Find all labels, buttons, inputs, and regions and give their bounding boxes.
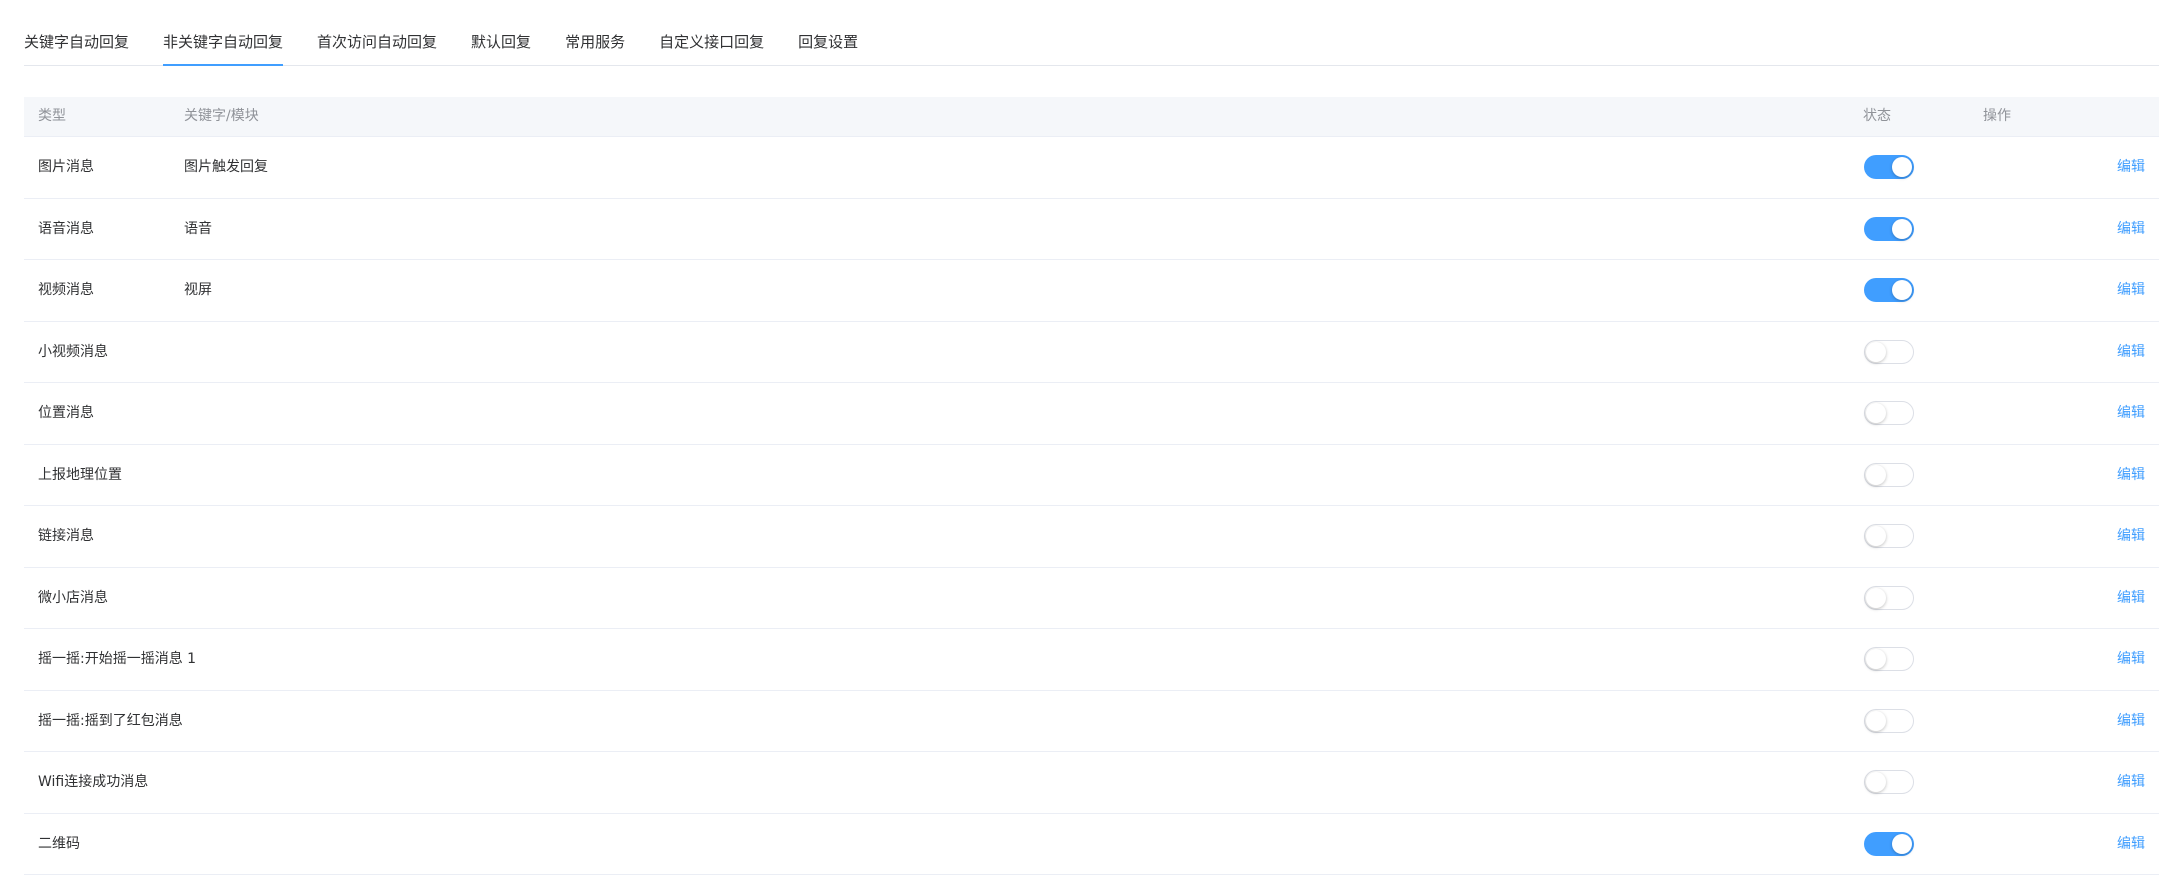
toggle-knob bbox=[1866, 710, 1886, 731]
toggle-knob bbox=[1866, 341, 1886, 362]
table-header: 类型 关键字/模块 状态 操作 bbox=[24, 97, 2159, 137]
row-type: 视频消息 bbox=[38, 282, 94, 298]
row-type: 微小店消息 bbox=[38, 589, 108, 606]
table-row: 上报地理位置 编辑 bbox=[24, 445, 2159, 506]
status-toggle[interactable] bbox=[1864, 401, 1914, 425]
edit-link[interactable]: 编辑 bbox=[2117, 629, 2145, 690]
tab-keyword-auto-reply[interactable]: 关键字自动回复 bbox=[24, 0, 129, 65]
status-toggle[interactable] bbox=[1864, 216, 1914, 241]
tab-custom-api-reply[interactable]: 自定义接口回复 bbox=[659, 0, 764, 65]
table-row: 链接消息 编辑 bbox=[24, 506, 2159, 568]
row-type: 小视频消息 bbox=[38, 343, 108, 360]
status-toggle[interactable] bbox=[1864, 585, 1914, 610]
reply-table: 类型 关键字/模块 状态 操作 图片消息 图片触发回复 编辑 语音消息 语音 编辑 视频消息… bbox=[24, 97, 2159, 875]
status-toggle[interactable] bbox=[1864, 708, 1914, 733]
edit-link[interactable]: 编辑 bbox=[2117, 691, 2145, 752]
header-type: 类型 bbox=[38, 108, 66, 124]
edit-link[interactable]: 编辑 bbox=[2117, 568, 2145, 629]
toggle-knob bbox=[1866, 464, 1886, 485]
row-type: 位置消息 bbox=[38, 405, 94, 421]
tab-common-services[interactable]: 常用服务 bbox=[565, 0, 625, 65]
row-type: 链接消息 bbox=[38, 528, 94, 544]
toggle-knob bbox=[1866, 587, 1886, 608]
edit-link[interactable]: 编辑 bbox=[2117, 260, 2145, 321]
edit-link[interactable]: 编辑 bbox=[2117, 814, 2145, 875]
status-toggle[interactable] bbox=[1864, 155, 1914, 179]
header-action: 操作 bbox=[1983, 108, 2011, 124]
status-toggle[interactable] bbox=[1864, 278, 1914, 302]
status-toggle[interactable] bbox=[1864, 647, 1914, 671]
tab-non-keyword-auto-reply[interactable]: 非关键字自动回复 bbox=[163, 0, 284, 66]
edit-link[interactable]: 编辑 bbox=[2117, 322, 2145, 383]
toggle-knob bbox=[1866, 649, 1886, 669]
header-keyword: 关键字/模块 bbox=[184, 108, 259, 124]
table-row: 摇一摇:开始摇一摇消息 1 编辑 bbox=[24, 629, 2159, 691]
table-row: 二维码 编辑 bbox=[24, 814, 2159, 875]
table-row: 小视频消息 编辑 bbox=[24, 322, 2159, 383]
status-toggle[interactable] bbox=[1864, 339, 1914, 364]
table-body: 图片消息 图片触发回复 编辑 语音消息 语音 编辑 视频消息 视屏 编辑 小视频消息 编辑 位置消息编… bbox=[24, 137, 2159, 875]
edit-link[interactable]: 编辑 bbox=[2117, 506, 2145, 567]
edit-link[interactable]: 编辑 bbox=[2117, 199, 2145, 260]
toggle-knob bbox=[1892, 157, 1912, 177]
edit-link[interactable]: 编辑 bbox=[2117, 137, 2145, 198]
edit-link[interactable]: 编辑 bbox=[2117, 752, 2145, 813]
status-toggle[interactable] bbox=[1864, 462, 1914, 487]
tab-reply-settings[interactable]: 回复设置 bbox=[798, 0, 858, 65]
row-type: 摇一摇:摇到了红包消息 bbox=[38, 712, 183, 729]
toggle-knob bbox=[1892, 280, 1912, 300]
toggle-knob bbox=[1866, 772, 1886, 792]
toggle-knob bbox=[1866, 526, 1886, 546]
edit-link[interactable]: 编辑 bbox=[2117, 445, 2145, 506]
row-type: 二维码 bbox=[38, 835, 80, 852]
row-type: 摇一摇:开始摇一摇消息 1 bbox=[38, 651, 197, 667]
reply-tabs: 关键字自动回复 非关键字自动回复 首次访问自动回复 默认回复 常用服务 自定义接… bbox=[24, 0, 2159, 66]
toggle-knob bbox=[1892, 218, 1912, 239]
status-toggle[interactable] bbox=[1864, 524, 1914, 548]
status-toggle[interactable] bbox=[1864, 831, 1914, 856]
toggle-knob bbox=[1892, 833, 1912, 854]
edit-link[interactable]: 编辑 bbox=[2117, 383, 2145, 444]
row-keyword: 图片触发回复 bbox=[184, 159, 268, 175]
row-type: 上报地理位置 bbox=[38, 466, 122, 483]
toggle-knob bbox=[1866, 403, 1886, 423]
status-toggle[interactable] bbox=[1864, 770, 1914, 794]
row-type: 图片消息 bbox=[38, 159, 94, 175]
row-type: Wifi连接成功消息 bbox=[38, 774, 149, 790]
row-type: 语音消息 bbox=[38, 220, 94, 237]
table-row: 摇一摇:摇到了红包消息 编辑 bbox=[24, 691, 2159, 752]
table-row: 图片消息 图片触发回复 编辑 bbox=[24, 137, 2159, 199]
table-row: Wifi连接成功消息 编辑 bbox=[24, 752, 2159, 814]
tab-first-visit-auto-reply[interactable]: 首次访问自动回复 bbox=[317, 0, 437, 65]
row-keyword: 语音 bbox=[184, 220, 212, 237]
table-row: 视频消息 视屏 编辑 bbox=[24, 260, 2159, 322]
row-keyword: 视屏 bbox=[184, 282, 212, 298]
table-row: 语音消息 语音 编辑 bbox=[24, 199, 2159, 260]
tab-default-reply[interactable]: 默认回复 bbox=[471, 0, 531, 65]
header-status: 状态 bbox=[1863, 108, 1891, 124]
table-row: 位置消息 编辑 bbox=[24, 383, 2159, 445]
table-row: 微小店消息 编辑 bbox=[24, 568, 2159, 629]
